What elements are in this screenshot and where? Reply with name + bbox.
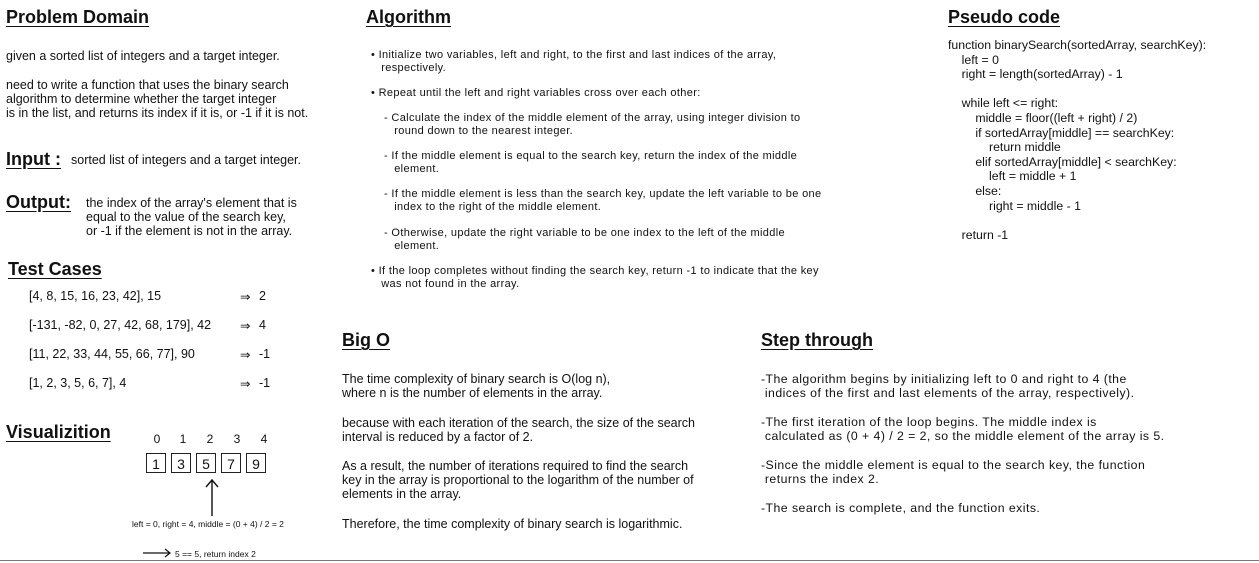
test-case-input-4: [1, 2, 3, 5, 6, 7], 4 bbox=[29, 376, 127, 390]
array-index-0: 0 bbox=[153, 432, 161, 446]
output-heading: Output: bbox=[6, 192, 71, 212]
problem-domain-line1: given a sorted list of integers and a ta… bbox=[6, 49, 280, 63]
big-o-p3: As a result, the number of iterations re… bbox=[342, 459, 694, 501]
test-cases-heading: Test Cases bbox=[8, 259, 102, 279]
test-case-arrow-2: ⇒ bbox=[240, 319, 251, 333]
array-cell: 9 bbox=[246, 453, 266, 473]
array-index-1: 1 bbox=[179, 432, 187, 446]
right-arrow-icon bbox=[143, 548, 171, 558]
test-case-result-1: 2 bbox=[259, 289, 266, 303]
big-o-p4: Therefore, the time complexity of binary… bbox=[342, 517, 683, 531]
test-case-result-4: -1 bbox=[259, 376, 271, 390]
array-index-3: 3 bbox=[233, 432, 241, 446]
algorithm-sub-4: - Otherwise, update the right variable t… bbox=[384, 227, 786, 252]
array-index-4: 4 bbox=[260, 432, 268, 446]
big-o-p1: The time complexity of binary search is … bbox=[342, 372, 611, 400]
array-cell: 3 bbox=[171, 453, 191, 473]
test-case-input-2: [-131, -82, 0, 27, 42, 68, 179], 42 bbox=[29, 318, 212, 332]
middle-caption: left = 0, right = 4, middle = (0 + 4) / … bbox=[132, 519, 284, 529]
input-text: sorted list of integers and a target int… bbox=[71, 153, 301, 167]
step-through-heading: Step through bbox=[761, 330, 873, 350]
problem-domain-heading: Problem Domain bbox=[6, 7, 150, 27]
visualization-heading: Visualizition bbox=[6, 422, 111, 442]
test-case-result-2: 4 bbox=[259, 318, 266, 332]
test-case-arrow-3: ⇒ bbox=[240, 348, 251, 362]
array-cell: 7 bbox=[221, 453, 241, 473]
algorithm-bullet-2: • Repeat until the left and right variab… bbox=[371, 87, 701, 99]
array-index-2: 2 bbox=[206, 432, 214, 446]
test-case-arrow-1: ⇒ bbox=[240, 290, 251, 304]
step-through-2: -The first iteration of the loop begins.… bbox=[761, 415, 1165, 443]
input-heading: Input : bbox=[6, 149, 61, 169]
bottom-divider bbox=[0, 560, 1259, 561]
problem-domain-line2: need to write a function that uses the b… bbox=[6, 78, 309, 120]
algorithm-sub-1: - Calculate the index of the middle elem… bbox=[384, 112, 801, 137]
algorithm-bullet-1: • Initialize two variables, left and rig… bbox=[371, 49, 777, 74]
up-arrow-icon bbox=[205, 478, 219, 516]
output-text-value: the index of the array's element that is… bbox=[86, 196, 297, 238]
pseudo-code-heading: Pseudo code bbox=[948, 7, 1061, 27]
algorithm-sub-3: - If the middle element is less than the… bbox=[384, 188, 822, 213]
test-case-arrow-4: ⇒ bbox=[240, 377, 251, 391]
array-cell: 1 bbox=[146, 453, 166, 473]
step-through-1: -The algorithm begins by initializing le… bbox=[761, 372, 1135, 400]
algorithm-heading: Algorithm bbox=[366, 7, 451, 27]
array-cell-middle: 5 bbox=[196, 453, 216, 473]
test-case-result-3: -1 bbox=[259, 347, 271, 361]
test-case-input-3: [11, 22, 33, 44, 55, 66, 77], 90 bbox=[29, 347, 195, 361]
pseudo-code-block: function binarySearch(sortedArray, searc… bbox=[948, 38, 1207, 242]
result-note: 5 == 5, return index 2 bbox=[175, 549, 256, 559]
array-cells: 1 3 5 7 9 bbox=[146, 453, 280, 475]
step-through-4: -The search is complete, and the functio… bbox=[761, 501, 1041, 515]
output-text: the index of the array's element that is… bbox=[86, 196, 297, 238]
algorithm-sub-2: - If the middle element is equal to the … bbox=[384, 150, 798, 175]
step-through-3: -Since the middle element is equal to th… bbox=[761, 458, 1146, 486]
big-o-heading: Big O bbox=[342, 330, 390, 350]
big-o-p2: because with each iteration of the searc… bbox=[342, 416, 695, 444]
test-case-input-1: [4, 8, 15, 16, 23, 42], 15 bbox=[29, 289, 162, 303]
algorithm-bullet-3: • If the loop completes without finding … bbox=[371, 265, 819, 290]
